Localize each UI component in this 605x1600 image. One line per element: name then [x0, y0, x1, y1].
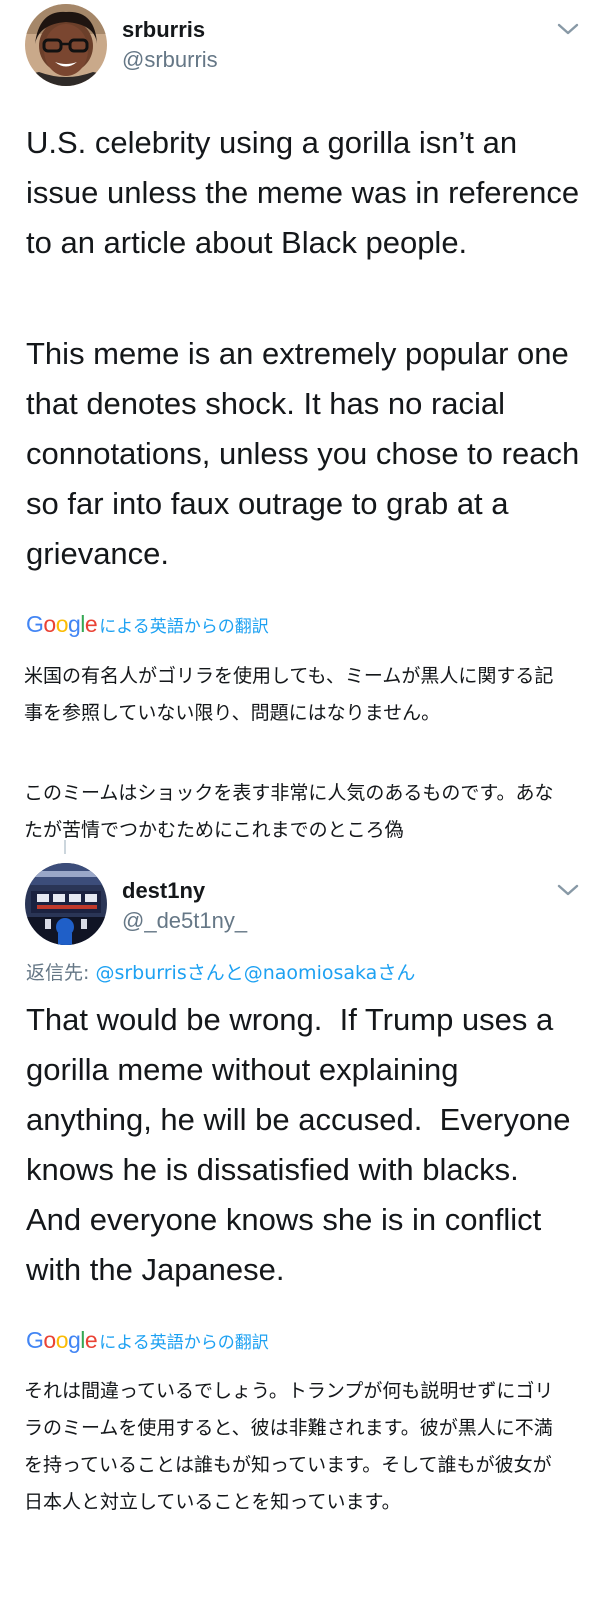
- google-letter: o: [55, 610, 69, 637]
- translation-attribution[interactable]: Google による英語からの翻訳: [26, 1327, 269, 1353]
- avatar[interactable]: [25, 4, 107, 86]
- translated-paragraph-1: 米国の有名人がゴリラを使用しても、ミームが黒人に関する記事を参照していない限り、…: [24, 665, 554, 724]
- google-letter: o: [43, 610, 56, 637]
- google-letter: G: [26, 1326, 44, 1353]
- thread-connector: [64, 840, 66, 854]
- translation-attribution[interactable]: Google による英語からの翻訳: [26, 611, 269, 637]
- tweet-dest1ny: dest1ny @_de5t1ny_ 返信先: @srburrisさんと@nao…: [0, 855, 605, 1600]
- user-handle[interactable]: @_de5t1ny_: [122, 908, 247, 934]
- reply-prefix: 返信先:: [26, 962, 96, 984]
- google-letter: G: [26, 610, 44, 637]
- reply-san-2: さん: [377, 962, 416, 984]
- tweet-text-paragraph-2: This meme is an extremely popular one th…: [26, 336, 580, 571]
- google-letter: g: [67, 1326, 81, 1353]
- user-handle[interactable]: @srburris: [122, 47, 218, 73]
- display-name[interactable]: srburris: [122, 17, 205, 43]
- reply-user-srburris[interactable]: @srburris: [95, 962, 186, 984]
- google-letter: e: [84, 1326, 98, 1353]
- translated-text: それは間違っているでしょう。トランプが何も説明せずにゴリラのミームを使用すると、…: [24, 1380, 554, 1513]
- google-letter: g: [67, 610, 81, 637]
- translated-paragraph-2: このミームはショックを表す非常に人気のあるものです。あなたが苦情でつかむためにこ…: [24, 782, 554, 841]
- tweet-srburris: srburris @srburris U.S. celebrity using …: [0, 0, 605, 850]
- tweet-text-paragraph-1: U.S. celebrity using a gorilla isn’t an …: [26, 125, 580, 260]
- avatar[interactable]: [25, 863, 107, 945]
- reply-san-1: さんと: [186, 962, 244, 984]
- avatar-image: [25, 863, 107, 945]
- google-logo: Google: [26, 610, 98, 638]
- google-letter: o: [55, 1326, 69, 1353]
- chevron-down-icon[interactable]: [557, 22, 579, 36]
- google-logo: Google: [26, 1326, 98, 1354]
- google-letter: e: [84, 610, 98, 637]
- translate-label: による英語からの翻訳: [99, 1332, 269, 1353]
- display-name[interactable]: dest1ny: [122, 878, 205, 904]
- tweet-text: That would be wrong. If Trump uses a gor…: [26, 1002, 580, 1287]
- replying-to: 返信先: @srburrisさんと@naomiosakaさん: [26, 958, 415, 985]
- avatar-image: [25, 4, 107, 86]
- translate-label: による英語からの翻訳: [99, 616, 269, 637]
- reply-user-naomiosaka[interactable]: @naomiosaka: [244, 962, 378, 984]
- chevron-down-icon[interactable]: [557, 883, 579, 897]
- google-letter: o: [43, 1326, 56, 1353]
